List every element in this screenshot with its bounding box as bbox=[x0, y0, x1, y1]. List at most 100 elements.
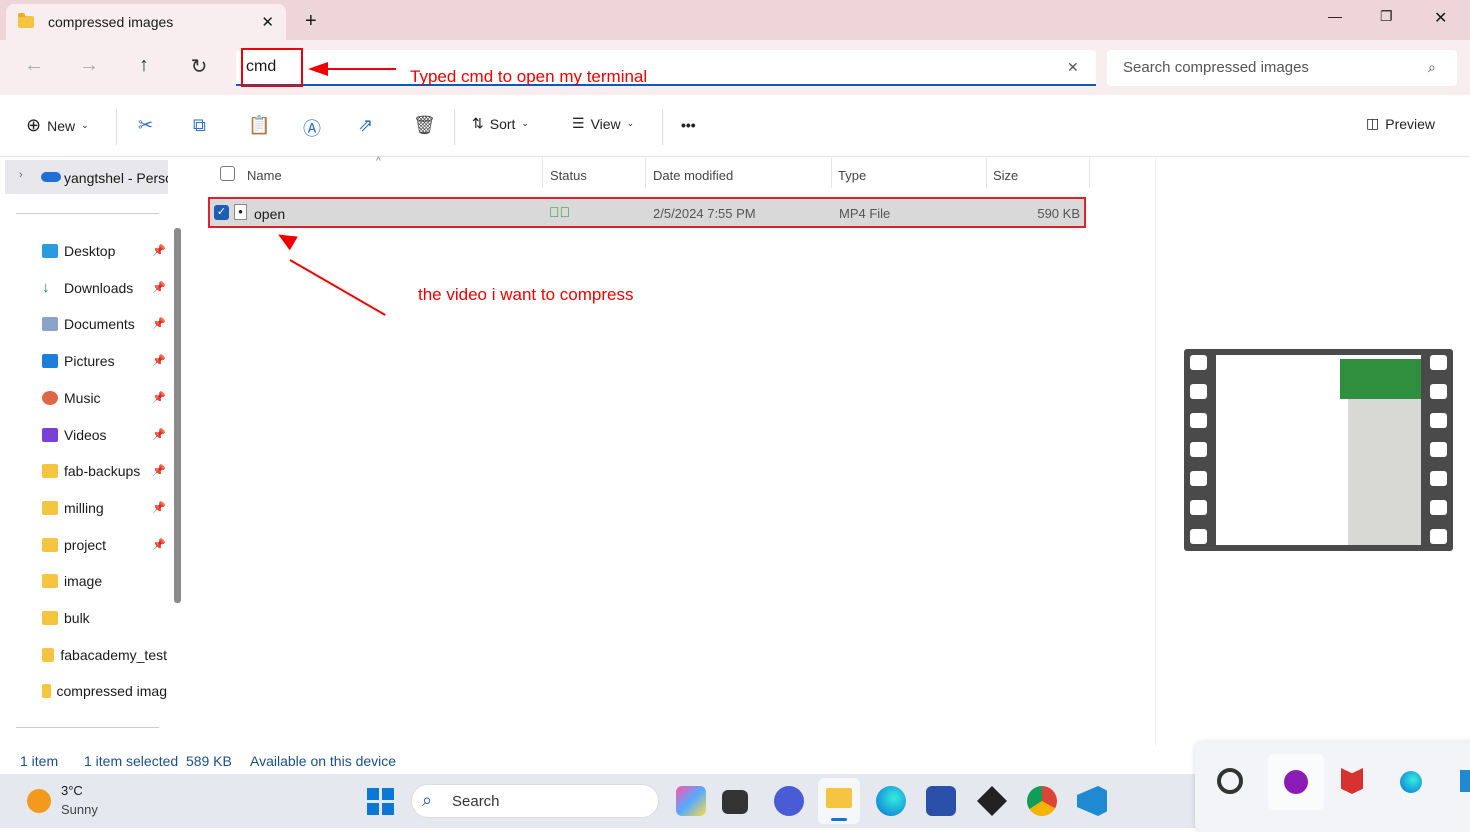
column-header-status[interactable]: Status bbox=[550, 168, 587, 183]
sidebar-item-milling[interactable]: milling bbox=[42, 496, 167, 520]
select-all-checkbox[interactable] bbox=[220, 166, 235, 181]
sidebar-item-desktop[interactable]: Desktop bbox=[42, 239, 167, 263]
up-button[interactable]: ↑ bbox=[130, 54, 158, 77]
sidebar-item-label: compressed imag bbox=[56, 683, 168, 700]
column-header-type[interactable]: Type bbox=[838, 168, 866, 183]
divider bbox=[831, 158, 832, 188]
pin-icon[interactable]: 📌 bbox=[152, 354, 166, 367]
clear-address-icon[interactable]: ✕ bbox=[1067, 59, 1079, 76]
forward-button[interactable]: → bbox=[75, 54, 103, 77]
film-sprocket bbox=[1430, 355, 1447, 370]
folder-icon bbox=[42, 611, 58, 625]
column-header-date[interactable]: Date modified bbox=[653, 168, 733, 183]
pin-icon[interactable]: 📌 bbox=[152, 391, 166, 404]
sidebar-item-compressed-imag[interactable]: compressed imag bbox=[42, 679, 167, 703]
divider bbox=[454, 109, 455, 145]
mcafee-icon[interactable] bbox=[1341, 768, 1363, 794]
sidebar-item-label: milling bbox=[64, 499, 104, 516]
weather-desc: Sunny bbox=[61, 802, 98, 817]
sort-label: Sort bbox=[489, 115, 516, 132]
new-tab-button[interactable]: + bbox=[305, 10, 317, 33]
sidebar-item-pictures[interactable]: Pictures bbox=[42, 349, 167, 373]
tray-item-highlight[interactable] bbox=[1268, 754, 1324, 810]
task-view-icon[interactable] bbox=[722, 790, 748, 814]
pin-icon[interactable]: 📌 bbox=[152, 317, 166, 330]
edge-icon[interactable] bbox=[1400, 771, 1422, 793]
tray-app-icon[interactable] bbox=[1217, 768, 1243, 794]
file-size: 590 KB bbox=[1037, 206, 1080, 221]
divider bbox=[16, 727, 159, 728]
chevron-down-icon: ⌄ bbox=[81, 120, 89, 130]
sidebar-item-documents[interactable]: Documents bbox=[42, 312, 167, 336]
sidebar-item-fabacademy-test[interactable]: fabacademy_test bbox=[42, 643, 167, 667]
pin-icon[interactable]: 📌 bbox=[152, 244, 166, 257]
videos-icon bbox=[42, 427, 58, 442]
system-tray-overflow bbox=[1195, 742, 1470, 832]
copilot-icon[interactable] bbox=[676, 786, 706, 816]
more-options-button[interactable]: ••• bbox=[681, 117, 696, 133]
sidebar-item-project[interactable]: project bbox=[42, 533, 167, 557]
copy-icon[interactable]: ⧉ bbox=[193, 115, 206, 136]
sidebar-item-downloads[interactable]: ↓ Downloads bbox=[42, 276, 167, 300]
refresh-button[interactable]: ↻ bbox=[185, 54, 213, 79]
sidebar-item-onedrive[interactable]: › yangtshel - Perso bbox=[5, 160, 168, 194]
sidebar-item-label: fab-backups bbox=[64, 463, 141, 480]
store-icon[interactable] bbox=[926, 786, 956, 816]
sort-button[interactable]: ⇅ Sort ⌄ bbox=[472, 115, 529, 132]
synced-status-icon: ✓⃝ bbox=[549, 204, 570, 220]
start-icon[interactable] bbox=[367, 788, 394, 815]
taskbar-search[interactable]: ⌕ Search bbox=[411, 784, 659, 818]
sidebar-item-fab-backups[interactable]: fab-backups bbox=[42, 459, 167, 483]
teams-chat-icon[interactable] bbox=[774, 786, 804, 816]
sidebar-item-image[interactable]: image bbox=[42, 569, 167, 593]
pin-icon[interactable]: 📌 bbox=[152, 538, 166, 551]
preview-button[interactable]: ◫ Preview bbox=[1366, 115, 1435, 132]
sidebar-item-label: Documents bbox=[64, 316, 135, 333]
film-sprocket bbox=[1190, 471, 1207, 486]
sidebar-item-bulk[interactable]: bulk bbox=[42, 606, 167, 630]
file-explorer-taskbar-button[interactable] bbox=[818, 778, 860, 824]
download-icon: ↓ bbox=[42, 280, 58, 295]
delete-icon[interactable]: 🗑 bbox=[413, 115, 436, 136]
pin-icon[interactable]: 📌 bbox=[152, 464, 166, 477]
back-button[interactable]: ← bbox=[20, 54, 48, 77]
vscode-icon[interactable] bbox=[1077, 786, 1107, 816]
chevron-down-icon: ⌄ bbox=[626, 118, 635, 128]
close-tab-icon[interactable]: ✕ bbox=[261, 13, 274, 31]
paste-icon[interactable]: 📋 bbox=[248, 115, 270, 136]
tab-compressed-images[interactable]: compressed images ✕ bbox=[6, 4, 286, 40]
music-icon bbox=[42, 390, 58, 405]
pin-icon[interactable]: 📌 bbox=[152, 281, 166, 294]
file-row[interactable]: ✓ ● open ✓⃝ 2/5/2024 7:55 PM MP4 File 59… bbox=[208, 197, 1086, 228]
column-header-size[interactable]: Size bbox=[993, 168, 1018, 183]
rename-icon[interactable]: Ⓐ bbox=[303, 115, 321, 141]
sidebar-item-music[interactable]: Music bbox=[42, 386, 167, 410]
inkscape-icon[interactable] bbox=[977, 786, 1007, 816]
view-icon: ☰ bbox=[572, 115, 585, 131]
search-input[interactable]: Search compressed images bbox=[1107, 50, 1457, 86]
cut-icon[interactable]: ✂ bbox=[138, 115, 153, 136]
pin-icon[interactable]: 📌 bbox=[152, 501, 166, 514]
edge-icon[interactable] bbox=[876, 786, 906, 816]
sidebar-item-label: Desktop bbox=[64, 243, 116, 259]
minimize-button[interactable]: — bbox=[1328, 8, 1342, 24]
sort-indicator-icon: ^ bbox=[376, 156, 381, 167]
search-icon: ⌕ bbox=[422, 790, 433, 810]
view-button[interactable]: ☰ View ⌄ bbox=[572, 115, 634, 132]
row-checkbox[interactable]: ✓ bbox=[214, 205, 229, 220]
chrome-icon[interactable] bbox=[1027, 786, 1057, 816]
new-button[interactable]: ⊕ New ⌄ bbox=[26, 115, 89, 136]
sidebar-item-videos[interactable]: Videos bbox=[42, 423, 167, 447]
divider bbox=[542, 158, 543, 188]
weather-sun-icon[interactable] bbox=[27, 789, 51, 813]
tray-app-icon[interactable] bbox=[1460, 770, 1470, 792]
share-icon[interactable]: ⇗ bbox=[358, 115, 373, 136]
column-header-name[interactable]: Name bbox=[247, 168, 282, 183]
pin-icon[interactable]: 📌 bbox=[152, 428, 166, 441]
sidebar-item-label: Downloads bbox=[64, 279, 134, 296]
tab-title: compressed images bbox=[48, 14, 174, 30]
sidebar-scrollbar[interactable] bbox=[174, 228, 181, 603]
close-window-button[interactable]: ✕ bbox=[1434, 8, 1447, 28]
plus-circle-icon: ⊕ bbox=[26, 115, 42, 135]
maximize-button[interactable]: ❐ bbox=[1380, 8, 1393, 25]
